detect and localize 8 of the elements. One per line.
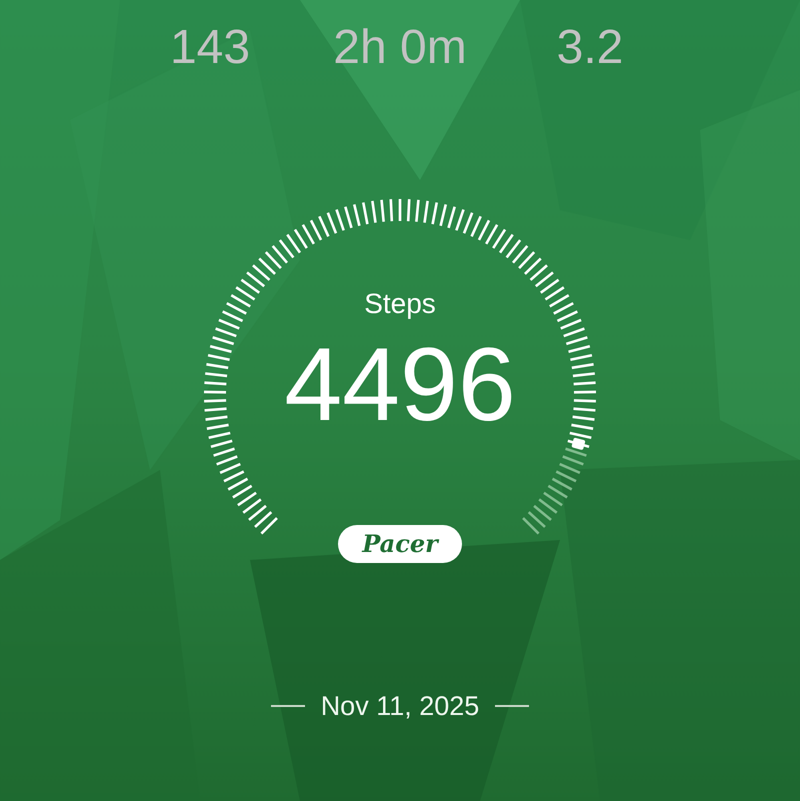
steps-label: Steps [363, 288, 437, 320]
steps-count: 4496 [283, 330, 517, 440]
stat-value: 3.2 [556, 22, 624, 76]
stat-value: 143 [168, 22, 252, 76]
date-label: Nov 11, 2025 [320, 690, 480, 722]
progress-marker [571, 437, 586, 450]
stat-value: 2h 0m [332, 22, 468, 76]
brand-logo: Pacer [338, 525, 462, 563]
